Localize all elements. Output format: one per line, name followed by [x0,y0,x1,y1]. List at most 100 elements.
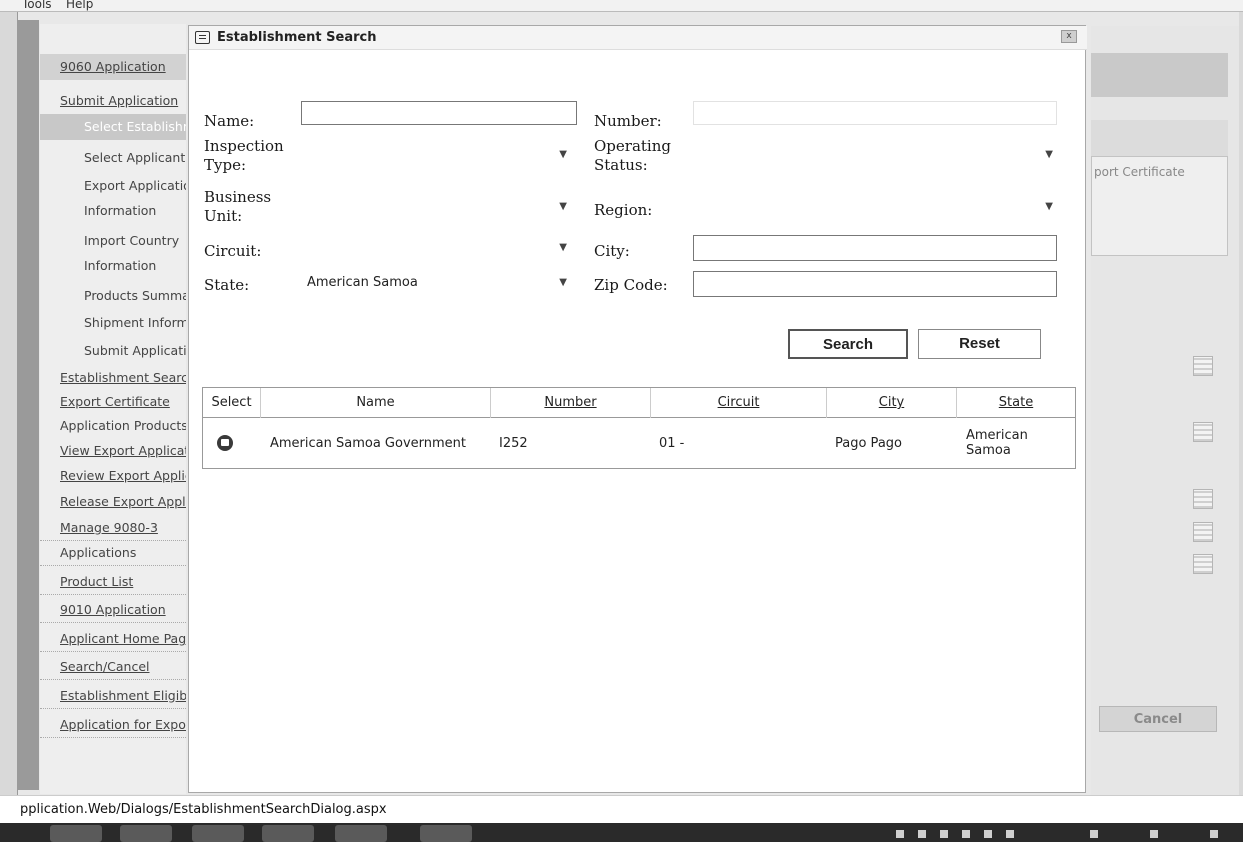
calendar-icon[interactable] [1193,554,1213,574]
calendar-icon[interactable] [1193,522,1213,542]
business-unit-select[interactable]: ▼ [301,196,571,220]
dialog-title: Establishment Search [217,30,377,45]
name-input[interactable] [301,101,577,125]
column-header-circuit[interactable]: Circuit [651,388,827,418]
status-url: pplication.Web/Dialogs/EstablishmentSear… [20,802,387,817]
circuit-select[interactable]: ▼ [301,237,571,261]
name-label: Name: [204,112,255,130]
chevron-down-icon: ▼ [559,201,567,212]
sidebar-nav: 9060 Application Submit Application Sele… [40,24,186,794]
operating-status-label-2: Status: [594,156,648,174]
sidebar-item-manage-9080-3[interactable]: Manage 9080-3 [40,515,186,541]
inspection-type-select[interactable]: ▼ [301,144,571,168]
chevron-down-icon: ▼ [559,242,567,253]
business-unit-label-2: Unit: [204,207,243,225]
status-bar: pplication.Web/Dialogs/EstablishmentSear… [0,795,1243,823]
right-panel: port Certificate Cancel [1091,26,1239,796]
sidebar-item-submit-application-2[interactable]: Submit Application [40,338,186,364]
sidebar-item-import-country[interactable]: Import Country [40,228,186,254]
sidebar-item-view-export-application[interactable]: View Export Application [40,438,186,464]
sidebar-item-product-list[interactable]: Product List [40,569,186,595]
sidebar-item-import-information[interactable]: Information [40,253,186,279]
chevron-down-icon: ▼ [559,277,567,288]
menu-help[interactable]: Help [66,0,93,11]
column-header-city[interactable]: City [827,388,957,418]
taskbar-app-icon[interactable] [192,825,244,842]
sidebar-item-products-summary[interactable]: Products Summary [40,283,186,309]
business-unit-label-1: Business [204,188,272,206]
search-button[interactable]: Search [788,329,908,359]
sidebar-item-shipment-information[interactable]: Shipment Information [40,310,186,336]
row-state-line-1: American [966,428,1028,443]
results-table: Select Name Number Circuit City State Am… [202,387,1076,469]
taskbar-folder-icon[interactable] [50,825,102,842]
taskbar-app-icon[interactable] [120,825,172,842]
sidebar-item-review-export-application[interactable]: Review Export Application [40,463,186,489]
sidebar-item-establishment-search[interactable]: Establishment Search [40,365,186,391]
taskbar-app-icon[interactable] [335,825,387,842]
chevron-down-icon: ▼ [1045,149,1053,160]
sidebar-item-application-products[interactable]: Application Products [40,413,186,439]
sidebar-item-applicant-home-page[interactable]: Applicant Home Page [40,626,186,652]
sidebar-item-select-applicant[interactable]: Select Applicant [40,145,186,171]
select-row-icon[interactable] [217,435,233,451]
menu-bar: Tools Help [0,0,1243,12]
reset-button[interactable]: Reset [918,329,1041,359]
sidebar-item-application-for-export[interactable]: Application for Export [40,712,186,738]
sidebar-item-applications[interactable]: Applications [40,540,186,566]
row-state: American Samoa [966,419,1071,467]
calendar-icon[interactable] [1193,356,1213,376]
state-selected-value: American Samoa [307,275,418,290]
sidebar-item-9060-application[interactable]: 9060 Application [40,54,186,80]
row-city: Pago Pago [835,435,902,451]
zip-code-label: Zip Code: [594,276,668,294]
region-select[interactable]: ▼ [693,196,1057,220]
sidebar-item-export-information[interactable]: Information [40,198,186,224]
tray-icon[interactable] [984,830,992,838]
sidebar-item-9010-application[interactable]: 9010 Application [40,597,186,623]
right-panel-box: port Certificate [1091,156,1228,256]
left-strip [17,20,39,790]
dialog-window-icon [195,31,210,44]
chevron-down-icon: ▼ [1045,201,1053,212]
cancel-button[interactable]: Cancel [1099,706,1217,732]
state-label: State: [204,276,250,294]
sidebar-item-export-certificate[interactable]: Export Certificate [40,389,186,415]
sidebar-item-establishment-eligibility[interactable]: Establishment Eligibility [40,683,186,709]
zip-code-input[interactable] [693,271,1057,297]
tray-icon[interactable] [1150,830,1158,838]
establishment-search-dialog: Establishment Search x Name: Number: Ins… [188,25,1087,793]
tray-icon[interactable] [940,830,948,838]
sidebar-item-search-cancel[interactable]: Search/Cancel [40,654,186,680]
chevron-down-icon: ▼ [559,149,567,160]
tray-icon[interactable] [918,830,926,838]
close-icon[interactable]: x [1061,30,1077,43]
inspection-type-label-1: Inspection [204,137,284,155]
calendar-icon[interactable] [1193,422,1213,442]
taskbar-word-icon[interactable] [420,825,472,842]
sidebar-item-export-application[interactable]: Export Application [40,173,186,199]
table-row: American Samoa Government I252 01 - Pago… [203,419,1075,467]
sidebar-item-release-export-application[interactable]: Release Export Application [40,489,186,515]
column-header-state[interactable]: State [957,388,1075,418]
tray-icon[interactable] [1210,830,1218,838]
row-circuit: 01 - [659,435,685,451]
city-input[interactable] [693,235,1057,261]
circuit-label: Circuit: [204,242,262,260]
right-panel-header [1091,53,1228,97]
column-header-name: Name [261,388,491,418]
column-header-number[interactable]: Number [491,388,651,418]
row-select-cell[interactable] [217,419,247,467]
sidebar-item-submit-application[interactable]: Submit Application [40,88,186,114]
tray-icon[interactable] [1090,830,1098,838]
state-select[interactable]: American Samoa ▼ [301,272,571,296]
tray-icon[interactable] [1006,830,1014,838]
number-input[interactable] [693,101,1057,125]
menu-tools[interactable]: Tools [22,0,52,11]
operating-status-select[interactable]: ▼ [693,144,1057,168]
sidebar-item-select-establishment[interactable]: Select Establishment [40,114,186,140]
tray-icon[interactable] [896,830,904,838]
calendar-icon[interactable] [1193,489,1213,509]
taskbar-app-icon[interactable] [262,825,314,842]
tray-icon[interactable] [962,830,970,838]
